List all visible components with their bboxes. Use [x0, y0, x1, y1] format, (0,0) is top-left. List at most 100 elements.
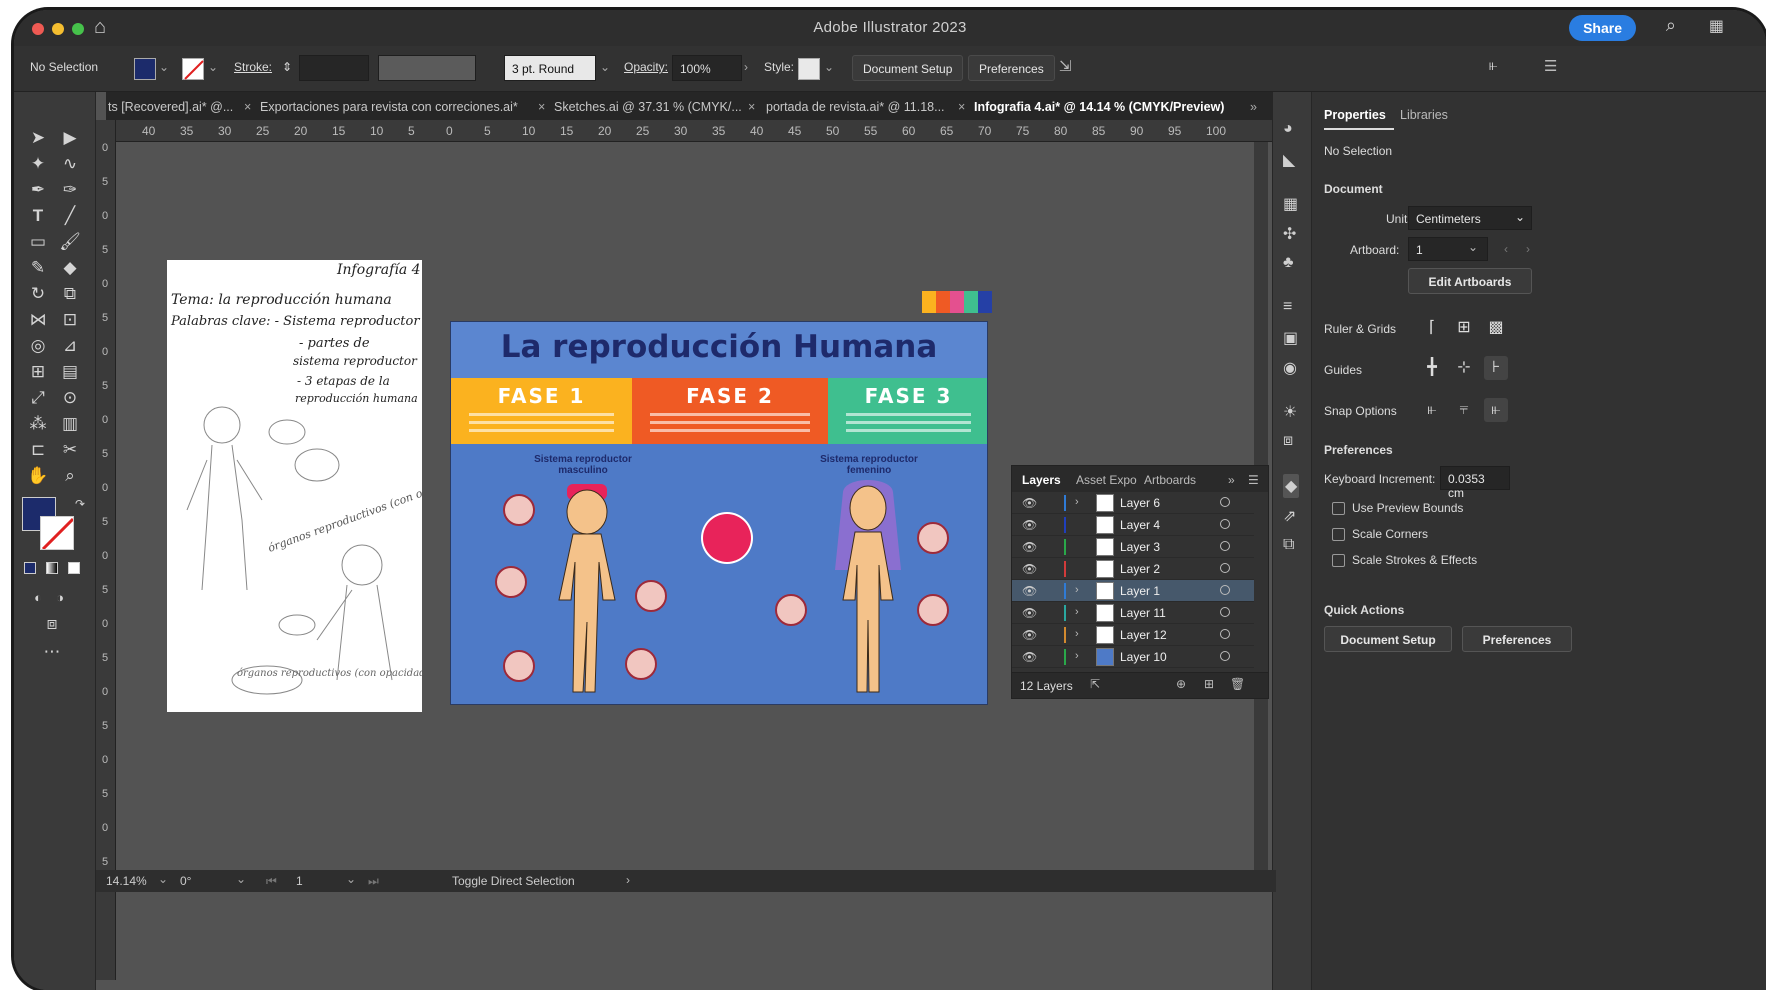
layer-name[interactable]: Layer 3 — [1120, 540, 1160, 554]
first-artboard-icon[interactable]: ⏮ — [266, 874, 277, 889]
layer-row[interactable]: 👁 › Layer 12 — [1012, 624, 1254, 646]
swap-colors-icon[interactable]: ↷ — [68, 492, 92, 516]
stroke-label[interactable]: Stroke: — [234, 60, 272, 74]
stroke-panel-icon[interactable]: ≡ — [1283, 298, 1292, 316]
gradient-tool-icon[interactable]: ▤ — [58, 360, 82, 384]
close-icon[interactable]: × — [748, 100, 755, 114]
target-icon[interactable] — [1220, 651, 1230, 661]
layer-row[interactable]: 👁 Layer 3 — [1012, 536, 1254, 558]
screen-mode-icon[interactable]: ◑ — [48, 586, 72, 610]
graphic-styles-icon[interactable]: ⧈ — [1283, 432, 1293, 450]
layer-name[interactable]: Layer 11 — [1120, 606, 1166, 620]
stroke-weight-field[interactable] — [299, 55, 369, 81]
layer-row-selected[interactable]: 👁 › Layer 1 — [1012, 580, 1254, 602]
grid-icon[interactable]: ⊞ — [1452, 316, 1476, 340]
snap-to-pixel-icon[interactable]: ⫧ — [1452, 398, 1476, 422]
line-tool-icon[interactable]: ╱ — [58, 204, 82, 228]
symbol-sprayer-tool-icon[interactable]: ⁂ — [26, 412, 50, 436]
chevron-right-icon[interactable]: › — [1075, 584, 1079, 596]
eye-icon[interactable]: 👁 — [1022, 562, 1037, 576]
align-icon[interactable]: ⫦ — [1489, 57, 1497, 74]
gradient-panel-icon[interactable]: ▣ — [1283, 328, 1298, 348]
brush-definition[interactable]: 3 pt. Round — [504, 55, 596, 81]
tab-libraries[interactable]: Libraries — [1400, 108, 1448, 122]
chevron-down-icon[interactable]: ⌄ — [208, 60, 218, 74]
transparency-icon[interactable]: ◉ — [1283, 358, 1297, 378]
last-artboard-icon[interactable]: ⏭ — [368, 874, 379, 889]
panel-menu-icon[interactable]: ☰ — [1248, 473, 1259, 487]
chevron-right-icon[interactable]: › — [1075, 628, 1079, 640]
direct-selection-tool-icon[interactable]: ▶ — [58, 126, 82, 150]
chevron-down-icon[interactable]: ⌄ — [159, 60, 169, 74]
curvature-tool-icon[interactable]: ✑ — [58, 178, 82, 202]
shaper-tool-icon[interactable]: ✎ — [26, 256, 50, 280]
swatches-icon[interactable]: ▦ — [1283, 194, 1298, 214]
rectangle-tool-icon[interactable]: ▭ — [26, 230, 50, 254]
artboard-tool-icon[interactable]: ⊏ — [26, 438, 50, 462]
opacity-label[interactable]: Opacity: — [624, 60, 668, 74]
layer-name[interactable]: Layer 4 — [1120, 518, 1160, 532]
lasso-tool-icon[interactable]: ∿ — [58, 152, 82, 176]
snap-to-point-icon[interactable]: ⫦ — [1420, 398, 1444, 422]
eyedropper-tool-icon[interactable]: ⤢ — [26, 386, 50, 410]
artboard-number[interactable]: 1 — [296, 874, 303, 888]
scale-strokes-checkbox[interactable] — [1332, 554, 1345, 567]
fill-swatch[interactable] — [134, 58, 156, 80]
layer-name[interactable]: Layer 2 — [1120, 562, 1160, 576]
new-sublayer-icon[interactable]: ⊕ — [1176, 677, 1186, 691]
chevron-down-icon[interactable]: ⌄ — [236, 872, 246, 886]
target-icon[interactable] — [1220, 629, 1230, 639]
scale-tool-icon[interactable]: ⧉ — [58, 282, 82, 306]
guides-icon[interactable]: ╋ — [1420, 356, 1444, 380]
opacity-field[interactable]: 100% — [672, 55, 742, 81]
tab-artboards[interactable]: Artboards — [1144, 473, 1196, 487]
pen-tool-icon[interactable]: ✒ — [26, 178, 50, 202]
color-themes-icon[interactable]: ◕ — [1283, 120, 1293, 138]
column-graph-tool-icon[interactable]: ▥ — [58, 412, 82, 436]
tab-doc-4[interactable]: portada de revista.ai* @ 11.18... — [766, 100, 945, 114]
width-tool-icon[interactable]: ⋈ — [26, 308, 50, 332]
eye-icon[interactable]: 👁 — [1022, 540, 1037, 554]
perspective-grid-tool-icon[interactable]: ⊿ — [58, 334, 82, 358]
hand-tool-icon[interactable]: ✋ — [26, 464, 50, 488]
target-icon[interactable] — [1220, 519, 1230, 529]
chevron-down-icon[interactable]: ⌄ — [346, 872, 356, 886]
chevron-right-icon[interactable]: › — [1075, 650, 1079, 662]
preferences-button[interactable]: Preferences — [1462, 626, 1572, 652]
layer-name[interactable]: Layer 1 — [1120, 584, 1160, 598]
close-icon[interactable]: × — [244, 100, 251, 114]
eye-icon[interactable]: 👁 — [1022, 496, 1037, 510]
target-icon[interactable] — [1220, 607, 1230, 617]
edit-toolbar-icon[interactable]: ⋯ — [40, 640, 64, 664]
eye-icon[interactable]: 👁 — [1022, 606, 1037, 620]
document-setup-button[interactable]: Document Setup — [1324, 626, 1452, 652]
menu-icon[interactable]: ☰ — [1544, 57, 1557, 75]
perspective-guides-icon[interactable]: ⊦ — [1484, 356, 1508, 380]
document-setup-button[interactable]: Document Setup — [852, 55, 964, 81]
share-button[interactable]: Share — [1569, 15, 1636, 41]
units-dropdown[interactable]: Centimeters ⌄ — [1408, 206, 1532, 230]
rulers-icon[interactable]: ⌈ — [1420, 316, 1444, 340]
export-icon[interactable]: ⇱ — [1090, 677, 1100, 691]
layers-panel-icon[interactable]: ◆ — [1283, 474, 1300, 498]
layer-row[interactable]: 👁 Layer 2 — [1012, 558, 1254, 580]
trash-icon[interactable]: 🗑 — [1230, 677, 1245, 691]
eraser-tool-icon[interactable]: ◆ — [58, 256, 82, 280]
chevron-down-icon[interactable]: ⌄ — [1468, 240, 1478, 254]
tab-doc-1[interactable]: ts [Recovered].ai* @... — [108, 100, 233, 114]
rotation-value[interactable]: 0° — [180, 874, 191, 888]
target-icon[interactable] — [1220, 541, 1230, 551]
previous-artboard-icon[interactable]: ‹ — [1504, 242, 1508, 256]
selection-tool-icon[interactable]: ➤ — [26, 126, 50, 150]
slice-tool-icon[interactable]: ✂ — [58, 438, 82, 462]
workspace-switcher-icon[interactable]: ▦ — [1709, 16, 1724, 36]
target-icon[interactable] — [1220, 585, 1230, 595]
tab-doc-active[interactable]: Infografia 4.ai* @ 14.14 % (CMYK/Preview… — [974, 100, 1224, 114]
target-icon[interactable] — [1220, 497, 1230, 507]
cc-libraries-icon[interactable]: ◣ — [1283, 150, 1295, 170]
keyboard-increment-field[interactable]: 0.0353 cm — [1440, 466, 1510, 500]
zoom-tool-icon[interactable]: ⌕ — [58, 464, 82, 488]
snap-to-glyph-icon[interactable]: ⫦ — [1484, 398, 1508, 422]
layer-name[interactable]: Layer 6 — [1120, 496, 1160, 510]
edit-artboards-button[interactable]: Edit Artboards — [1408, 268, 1532, 294]
